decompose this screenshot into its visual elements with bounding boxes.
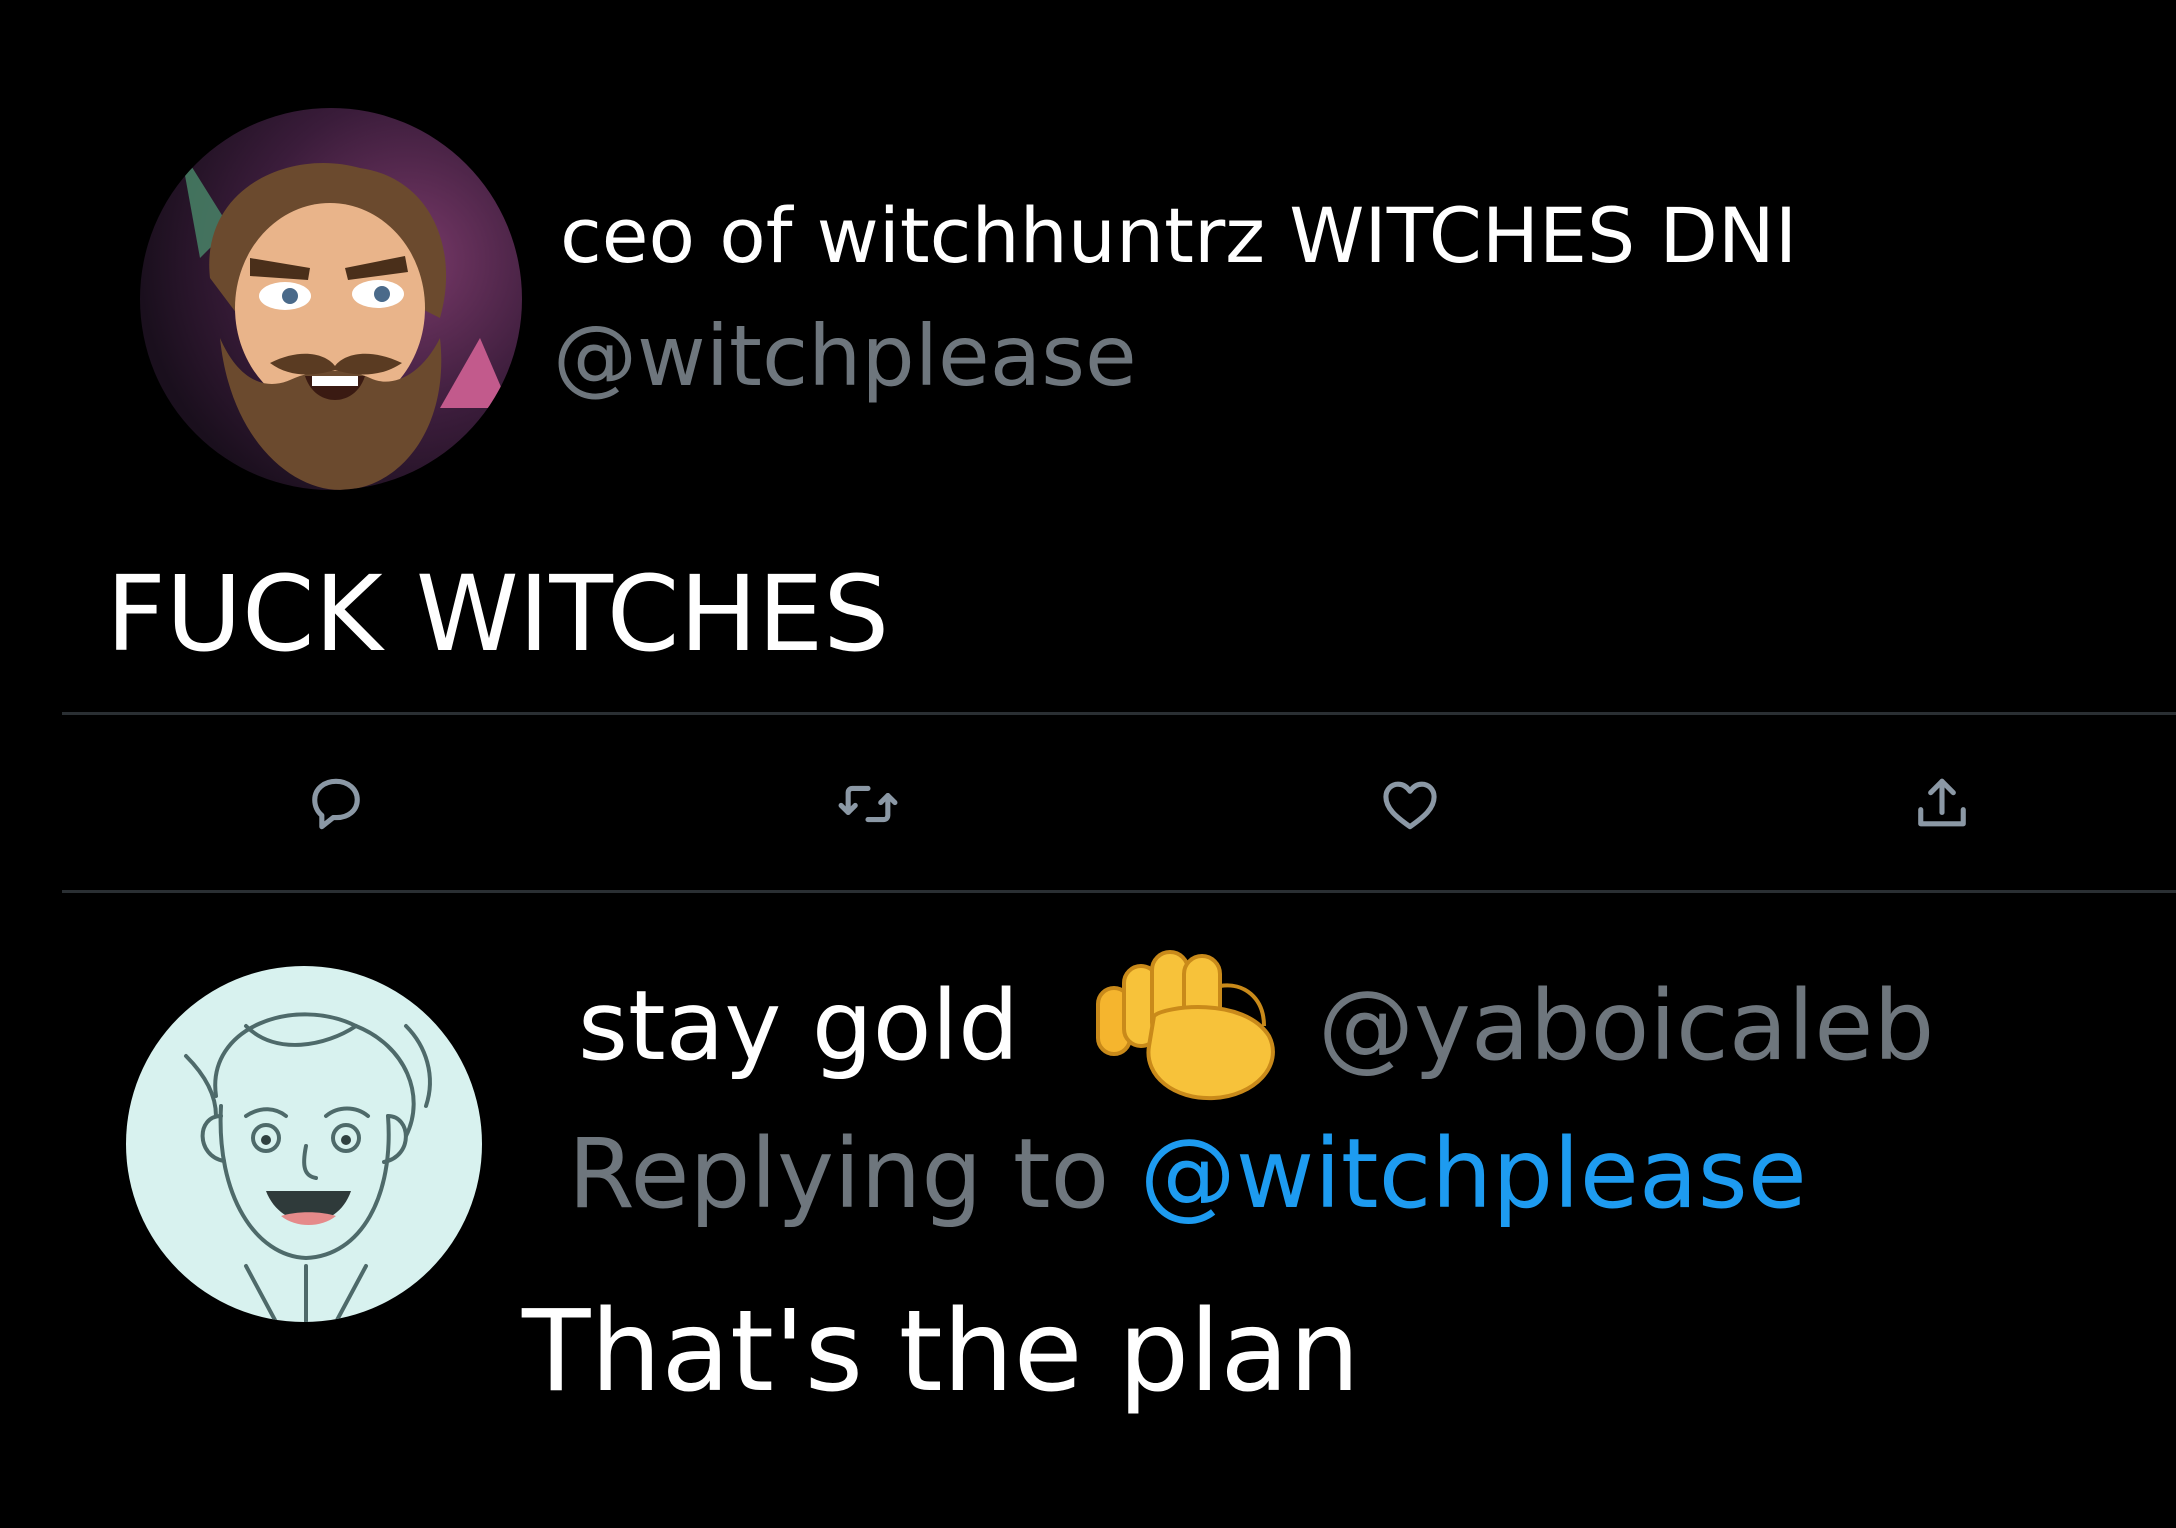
speech-bubble-icon [312,778,360,830]
reply-text: That's the plan [522,1287,1360,1417]
author-avatar[interactable] [140,108,522,490]
reply-author-avatar[interactable] [126,966,482,1322]
reply-display-name[interactable]: stay gold [578,978,1019,1074]
divider-top [62,712,2176,715]
author-handle[interactable]: @witchplease [553,314,1137,398]
sketched-smiling-boy-avatar-icon [126,966,482,1322]
tweet-text: FUCK WITCHES [106,553,890,675]
retweet-arrows-icon [838,785,898,823]
retweet-button[interactable] [826,762,910,846]
bearded-cartoon-man-avatar-icon [140,108,522,490]
reply-button[interactable] [294,762,378,846]
replying-to: Replying to @witchplease [568,1126,1807,1222]
share-button[interactable] [1900,762,1984,846]
share-arrow-icon [1918,778,1966,827]
like-button[interactable] [1368,762,1452,846]
heart-icon [1383,781,1437,830]
raised-fist-emoji-icon [1094,946,1284,1102]
replying-to-label: Replying to [568,1118,1110,1230]
divider-bottom [62,890,2176,893]
replying-to-handle[interactable]: @witchplease [1140,1118,1807,1230]
author-display-name[interactable]: ceo of witchhuntrz WITCHES DNI [560,198,1797,274]
reply-handle[interactable]: @yaboicaleb [1318,978,1934,1074]
